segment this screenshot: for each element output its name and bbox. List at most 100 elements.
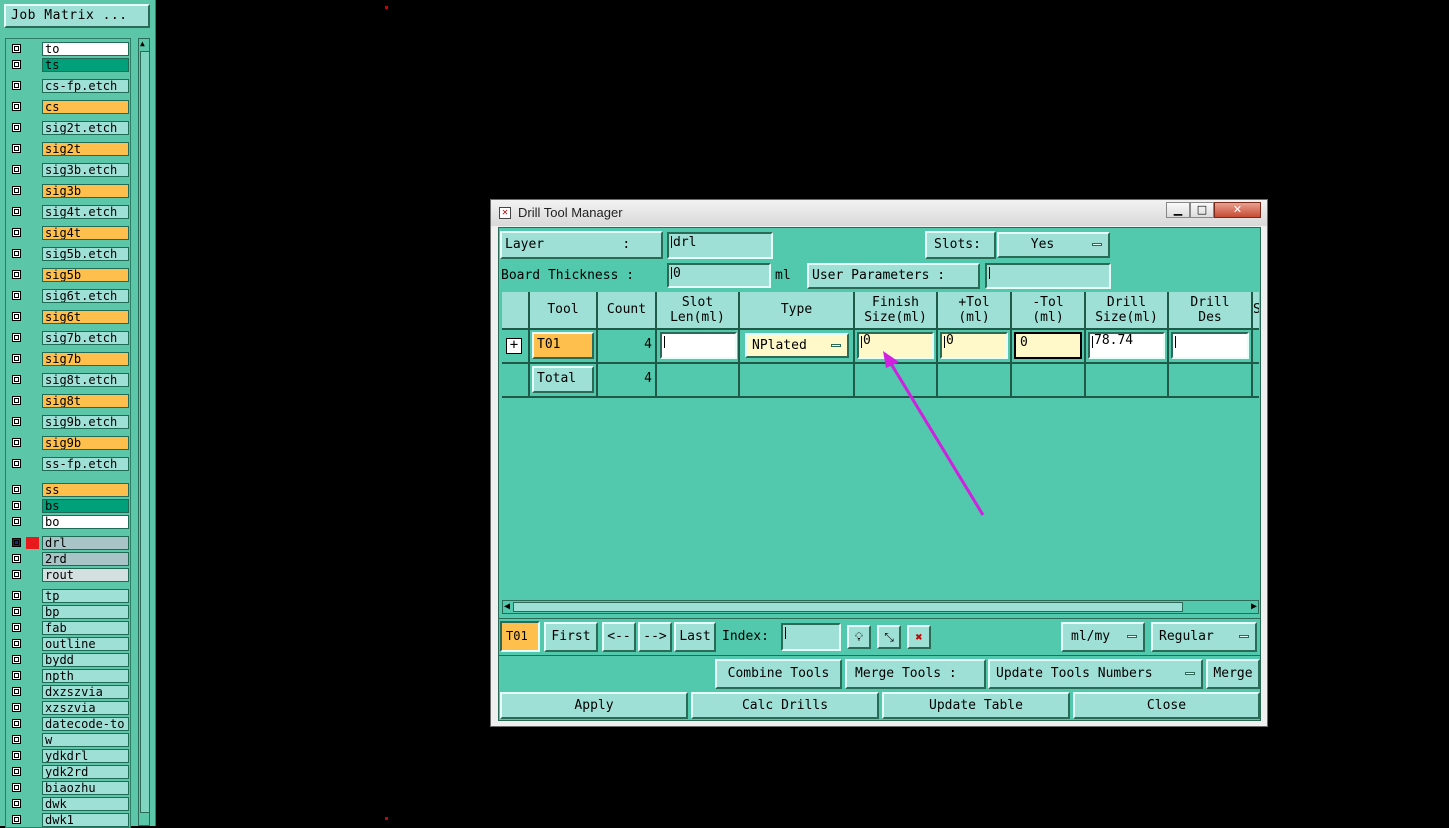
layer-row[interactable]: cs-fp.etch (8, 79, 130, 94)
layer-row[interactable]: tp (8, 589, 130, 604)
layer-row[interactable]: ydkdrl (8, 749, 130, 764)
layer-checkbox[interactable] (12, 591, 21, 600)
calc-drills-button[interactable]: Calc Drills (691, 692, 879, 719)
layer-name[interactable]: dwk (42, 797, 129, 811)
layer-row[interactable]: 2rd (8, 552, 130, 567)
layer-row[interactable]: dwk (8, 797, 130, 812)
layer-name[interactable]: sig4t.etch (42, 205, 129, 219)
slot-len-input[interactable] (660, 332, 737, 359)
layer-row[interactable]: sig9b.etch (8, 415, 130, 430)
mode-dropdown[interactable]: Regular (1151, 622, 1257, 652)
job-matrix-button[interactable]: Job Matrix ... (4, 4, 150, 28)
layer-name[interactable]: tp (42, 589, 129, 603)
board-thickness-field[interactable]: 0 (667, 263, 771, 288)
layer-checkbox[interactable] (12, 783, 21, 792)
layer-checkbox[interactable] (12, 375, 21, 384)
layer-name[interactable]: cs (42, 100, 129, 114)
layer-checkbox[interactable] (12, 501, 21, 510)
layer-checkbox[interactable] (12, 333, 21, 342)
layer-row[interactable]: sig3b (8, 184, 130, 199)
layer-row[interactable]: sig6t (8, 310, 130, 325)
layer-name[interactable]: drl (42, 536, 129, 550)
layer-name[interactable]: fab (42, 621, 129, 635)
prev-button[interactable]: <-- (602, 622, 636, 652)
plus-tol-input[interactable]: 0 (940, 332, 1008, 359)
merge-button[interactable]: Merge (1206, 659, 1260, 689)
layer-name[interactable]: sig3b (42, 184, 129, 198)
layer-name[interactable]: 2rd (42, 552, 129, 566)
layer-checkbox[interactable] (12, 799, 21, 808)
layer-row[interactable]: outline (8, 637, 130, 652)
finish-size-input[interactable]: 0 (857, 332, 934, 359)
layer-checkbox[interactable] (12, 751, 21, 760)
scroll-left-icon[interactable]: ◀ (504, 601, 510, 613)
update-table-button[interactable]: Update Table (882, 692, 1070, 719)
layer-checkbox[interactable] (12, 396, 21, 405)
layer-checkbox[interactable] (12, 165, 21, 174)
units-dropdown[interactable]: ml/my (1061, 622, 1145, 652)
layer-row[interactable]: bydd (8, 653, 130, 668)
layer-row[interactable]: ss (8, 483, 130, 498)
layer-name[interactable]: sig6t (42, 310, 129, 324)
first-button[interactable]: First (544, 622, 598, 652)
combine-tools-button[interactable]: Combine Tools (715, 659, 842, 689)
index-field[interactable] (781, 623, 841, 651)
delete-icon[interactable]: ✖ (907, 625, 931, 649)
layer-name[interactable]: xzszvia (42, 701, 129, 715)
layer-row[interactable]: ydk2rd (8, 765, 130, 780)
layer-checkbox[interactable] (12, 517, 21, 526)
layer-name[interactable]: sig2t (42, 142, 129, 156)
layer-checkbox[interactable] (12, 207, 21, 216)
layer-name[interactable]: to (42, 42, 129, 56)
layer-name[interactable]: datecode-to (42, 717, 129, 731)
layer-name[interactable]: sig3b.etch (42, 163, 129, 177)
layer-row[interactable]: sig3b.etch (8, 163, 130, 178)
layer-checkbox[interactable] (12, 607, 21, 616)
layer-checkbox[interactable] (12, 485, 21, 494)
select-icon[interactable]: ⤡ (877, 625, 901, 649)
apply-button[interactable]: Apply (500, 692, 688, 719)
layer-checkbox[interactable] (12, 687, 21, 696)
layer-name[interactable]: sig7b (42, 352, 129, 366)
drill-des-input[interactable] (1171, 332, 1249, 359)
close-button[interactable]: Close (1073, 692, 1260, 719)
layer-checkbox[interactable] (12, 60, 21, 69)
layer-name[interactable]: outline (42, 637, 129, 651)
layer-field[interactable]: drl (667, 232, 773, 259)
layer-name[interactable]: ts (42, 58, 129, 72)
layer-name[interactable]: sig6t.etch (42, 289, 129, 303)
maximize-icon[interactable]: □ (1190, 202, 1214, 218)
next-button[interactable]: --> (638, 622, 672, 652)
layer-checkbox[interactable] (12, 767, 21, 776)
layer-checkbox[interactable] (12, 735, 21, 744)
merge-option-dropdown[interactable]: Update Tools Numbers (988, 659, 1203, 689)
layer-name[interactable]: bo (42, 515, 129, 529)
layer-row[interactable]: fab (8, 621, 130, 636)
layer-checkbox[interactable] (12, 459, 21, 468)
layer-row[interactable]: cs (8, 100, 130, 115)
minimize-icon[interactable]: ▁ (1166, 202, 1190, 218)
layer-checkbox[interactable] (12, 354, 21, 363)
layer-checkbox[interactable] (12, 123, 21, 132)
layer-checkbox[interactable] (12, 228, 21, 237)
table-horizontal-scrollbar[interactable]: ◀ ▶ (502, 600, 1259, 614)
layer-row[interactable]: biaozhu (8, 781, 130, 796)
layer-name[interactable]: rout (42, 568, 129, 582)
layer-row[interactable]: sig9b (8, 436, 130, 451)
layer-checkbox[interactable] (12, 102, 21, 111)
table-scroll-thumb[interactable] (513, 602, 1183, 612)
layer-checkbox[interactable] (12, 249, 21, 258)
layer-name[interactable]: dxzszvia (42, 685, 129, 699)
layer-checkbox[interactable] (12, 186, 21, 195)
user-params-field[interactable] (985, 263, 1111, 289)
layer-row[interactable]: sig4t (8, 226, 130, 241)
layer-row[interactable]: ts (8, 58, 130, 73)
layer-checkbox[interactable] (12, 671, 21, 680)
layer-row[interactable]: dxzszvia (8, 685, 130, 700)
layer-list-scrollbar[interactable]: ▲ (138, 38, 150, 826)
layer-row[interactable]: sig8t.etch (8, 373, 130, 388)
layer-name[interactable]: sig7b.etch (42, 331, 129, 345)
scroll-thumb[interactable] (140, 51, 150, 813)
scroll-up-icon[interactable]: ▲ (140, 40, 145, 48)
layer-name[interactable]: ss (42, 483, 129, 497)
